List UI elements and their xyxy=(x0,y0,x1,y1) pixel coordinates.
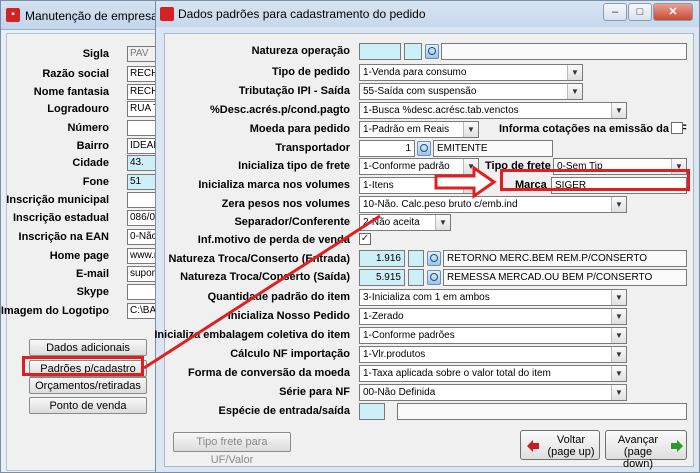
arrow-right-icon xyxy=(434,165,497,199)
connector-line xyxy=(143,214,381,370)
annotation-arrows xyxy=(143,165,497,370)
